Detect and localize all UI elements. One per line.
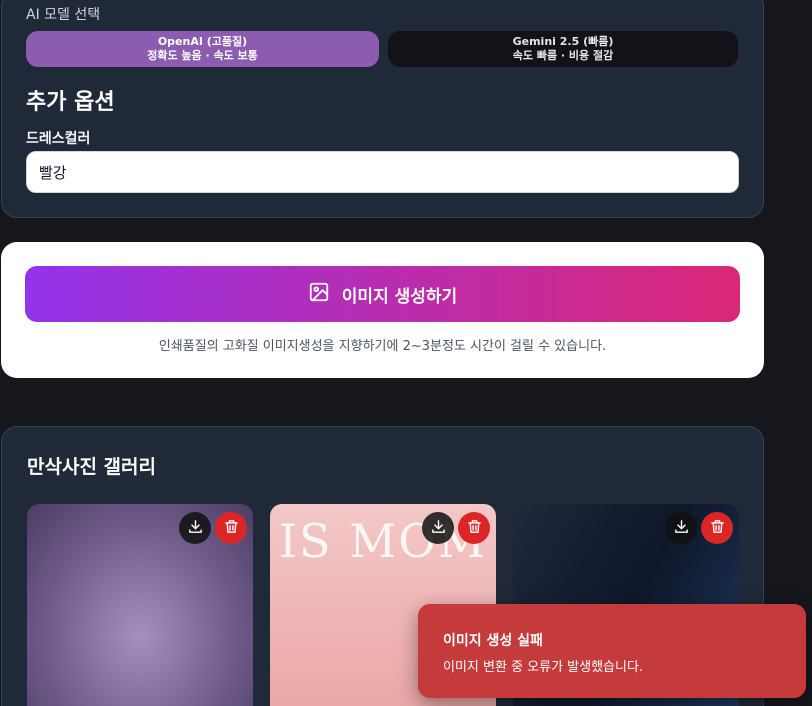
- delete-button[interactable]: [458, 512, 490, 544]
- model-option-gemini-name: Gemini 2.5 (빠름): [512, 35, 614, 48]
- generate-image-button[interactable]: 이미지 생성하기: [25, 266, 740, 322]
- generate-panel: 이미지 생성하기 인쇄품질의 고화질 이미지생성을 지향하기에 2~3분정도 시…: [1, 242, 764, 378]
- delete-button[interactable]: [215, 512, 247, 544]
- delete-button[interactable]: [701, 512, 733, 544]
- download-icon: [430, 518, 447, 539]
- model-option-openai-name: OpenAI (고품질): [157, 35, 248, 48]
- dress-color-label: 드레스컬러: [26, 131, 91, 147]
- error-toast[interactable]: 이미지 생성 실패 이미지 변환 중 오류가 발생했습니다.: [418, 604, 806, 698]
- toast-title: 이미지 생성 실패: [443, 633, 543, 649]
- gallery-card[interactable]: [27, 504, 253, 706]
- trash-icon: [223, 518, 240, 539]
- model-select-label: AI 모델 선택: [26, 7, 101, 23]
- download-icon: [673, 518, 690, 539]
- generate-note: 인쇄품질의 고화질 이미지생성을 지향하기에 2~3분정도 시간이 걸릴 수 있…: [158, 339, 607, 354]
- download-button[interactable]: [665, 512, 697, 544]
- additional-options-title: 추가 옵션: [26, 90, 115, 115]
- download-icon: [187, 518, 204, 539]
- trash-icon: [709, 518, 726, 539]
- gallery-title: 만삭사진 갤러리: [27, 456, 156, 478]
- trash-icon: [466, 518, 483, 539]
- model-option-gemini[interactable]: Gemini 2.5 (빠름) 속도 빠름 · 비용 절감: [388, 31, 738, 67]
- toast-message: 이미지 변환 중 오류가 발생했습니다.: [443, 660, 644, 675]
- model-option-openai[interactable]: OpenAI (고품질) 정확도 높음 · 속도 보통: [26, 31, 379, 67]
- download-button[interactable]: [179, 512, 211, 544]
- download-button[interactable]: [422, 512, 454, 544]
- dress-color-input[interactable]: [26, 151, 739, 193]
- model-option-gemini-desc: 속도 빠름 · 비용 절감: [512, 49, 614, 62]
- image-icon: [308, 281, 330, 308]
- generate-button-label: 이미지 생성하기: [341, 286, 458, 307]
- model-option-openai-desc: 정확도 높음 · 속도 보통: [147, 49, 258, 62]
